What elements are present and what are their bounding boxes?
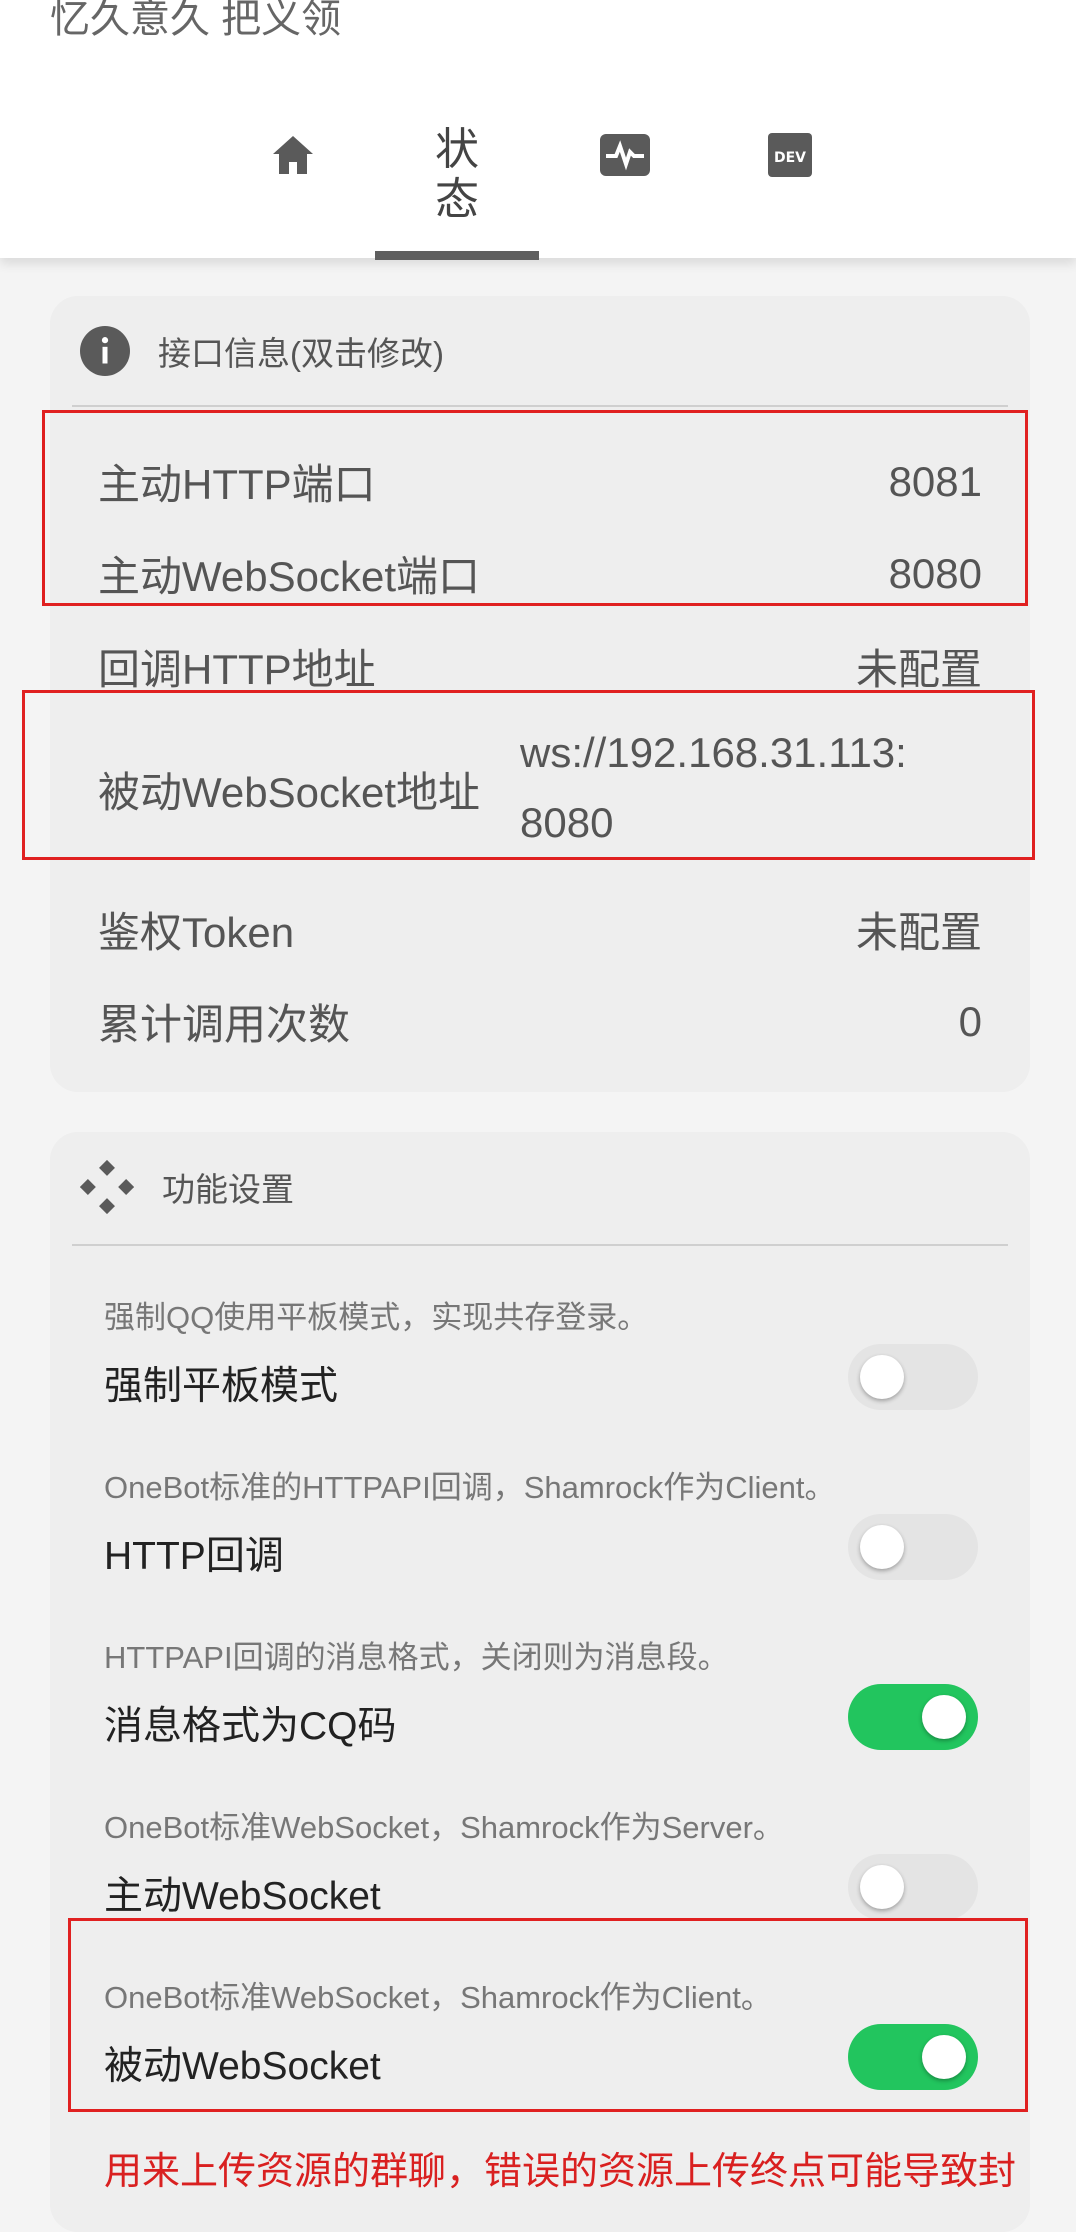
auth-token-label: 鉴权Token: [98, 909, 295, 956]
tab-indicator: [375, 251, 539, 260]
feature-title-cq-code: 消息格式为CQ码: [104, 1705, 397, 1748]
call-count-label: 累计调用次数: [98, 1001, 351, 1048]
interface-info-title: 接口信息(双击修改): [158, 335, 444, 372]
call-count-value: 0: [958, 997, 982, 1045]
toggle-knob: [860, 1525, 904, 1569]
app-title: 忆久意久 把义领: [50, 0, 342, 41]
row-auth-token[interactable]: 鉴权Token 未配置: [98, 899, 982, 960]
tab-status[interactable]: 状 态: [375, 95, 539, 255]
home-icon: [272, 136, 313, 174]
settings-diamond-icon: [80, 1160, 134, 1214]
feature-settings-divider: [72, 1244, 1008, 1246]
toggle-cq-code[interactable]: [848, 1684, 978, 1750]
feature-desc-http-callback: OneBot标准的HTTPAPI回调，Shamrock作为Client。: [104, 1470, 836, 1505]
callback-http-label: 回调HTTP地址: [98, 646, 376, 693]
tab-dev[interactable]: DEV: [755, 120, 825, 190]
highlight-box-passive-ws-address: [22, 690, 1035, 860]
feature-desc-cq-code: HTTPAPI回调的消息格式，关闭则为消息段。: [104, 1640, 729, 1675]
toggle-knob: [860, 1865, 904, 1909]
dev-icon-text: DEV: [774, 150, 806, 166]
toggle-knob: [860, 1355, 904, 1399]
toggle-active-ws[interactable]: [848, 1854, 978, 1920]
feature-desc-active-ws: OneBot标准WebSocket，Shamrock作为Server。: [104, 1810, 784, 1845]
auth-token-value: 未配置: [855, 909, 982, 956]
interface-info-header: 接口信息(双击修改): [80, 326, 444, 376]
row-callback-http[interactable]: 回调HTTP地址 未配置: [98, 636, 982, 697]
tab-status-label-1: 状: [435, 125, 479, 174]
highlight-box-active-ports: [42, 410, 1028, 606]
toggle-http-callback[interactable]: [848, 1514, 978, 1580]
dev-icon: DEV: [768, 133, 812, 177]
feature-settings-header: 功能设置: [80, 1160, 294, 1214]
activity-monitor-icon: [600, 134, 650, 176]
callback-http-value: 未配置: [855, 646, 982, 693]
row-call-count[interactable]: 累计调用次数 0: [98, 991, 982, 1052]
toggle-knob: [922, 1695, 966, 1739]
feature-title-active-ws: 主动WebSocket: [104, 1875, 381, 1918]
top-app-bar: 忆久意久 把义领 状 态 DEV: [0, 0, 1076, 260]
group-upload-warning: 用来上传资源的群聊，错误的资源上传终点可能导致封: [104, 2151, 1017, 2193]
tab-home[interactable]: [250, 120, 335, 190]
info-icon: [80, 326, 130, 376]
interface-info-divider: [72, 405, 1008, 407]
highlight-box-passive-ws-toggle: [68, 1918, 1028, 2112]
feature-title-http-callback: HTTP回调: [104, 1535, 284, 1578]
tab-status-label-2: 态: [435, 175, 479, 224]
feature-title-tablet-mode: 强制平板模式: [104, 1365, 339, 1408]
feature-desc-tablet-mode: 强制QQ使用平板模式，实现共存登录。: [104, 1300, 649, 1335]
feature-settings-title: 功能设置: [162, 1171, 294, 1208]
toggle-tablet-mode[interactable]: [848, 1344, 978, 1410]
tab-activity[interactable]: [590, 120, 660, 190]
